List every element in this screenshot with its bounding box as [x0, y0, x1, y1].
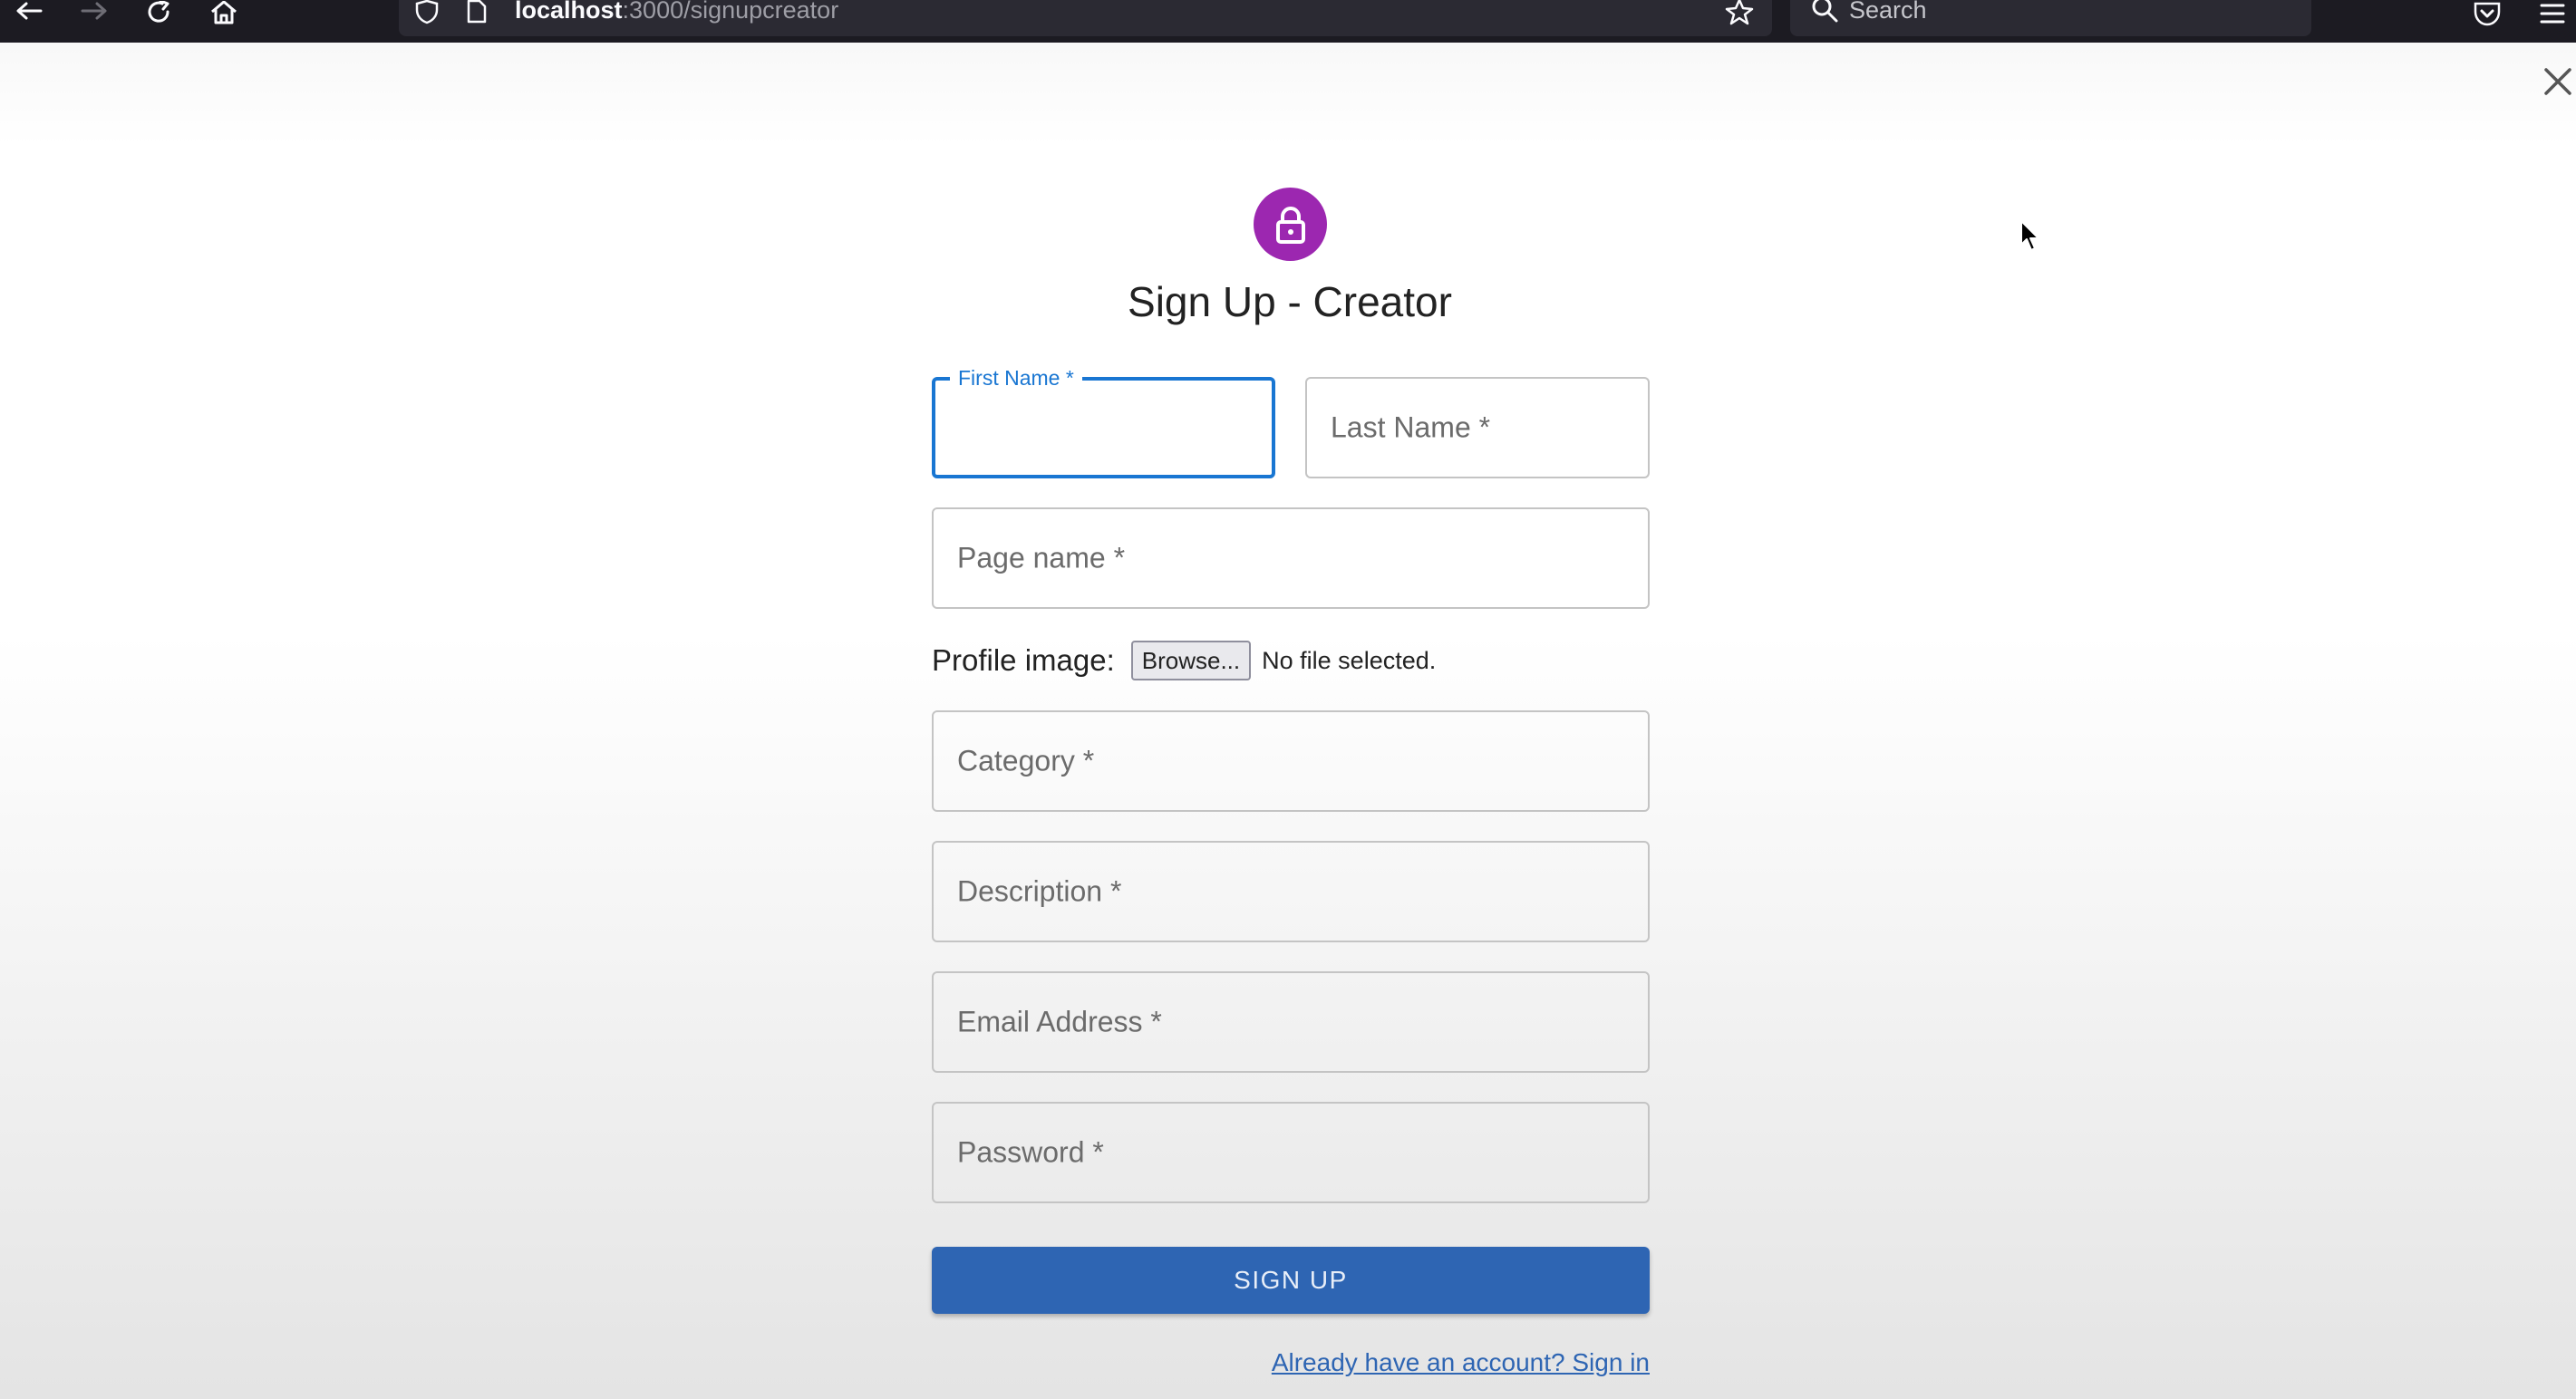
category-label: Category *: [957, 744, 1095, 777]
forward-button[interactable]: [73, 0, 116, 27]
browse-button[interactable]: Browse...: [1130, 641, 1252, 680]
home-button[interactable]: [202, 0, 246, 27]
sign-up-button[interactable]: SIGN UP: [932, 1247, 1650, 1314]
search-icon: [1812, 0, 1838, 23]
sign-in-link[interactable]: Already have an account? Sign in: [1272, 1348, 1650, 1377]
url-text[interactable]: localhost:3000/signupcreator: [515, 0, 838, 24]
close-button[interactable]: [2540, 63, 2576, 100]
email-label: Email Address *: [957, 1005, 1162, 1038]
url-bar[interactable]: localhost:3000/signupcreator: [399, 0, 1772, 36]
shield-icon[interactable]: [413, 0, 441, 24]
lock-avatar: [1254, 188, 1327, 261]
close-icon: [2544, 68, 2571, 95]
search-placeholder: Search: [1849, 0, 1927, 24]
category-field[interactable]: Category *: [932, 710, 1650, 812]
search-bar[interactable]: Search: [1790, 0, 2311, 36]
url-host: localhost: [515, 0, 623, 24]
url-path: :3000/signupcreator: [622, 0, 839, 24]
page-name-label: Page name *: [957, 541, 1126, 574]
description-field[interactable]: Description *: [932, 841, 1650, 942]
first-name-label: First Name *: [950, 364, 1082, 391]
password-field[interactable]: Password *: [932, 1102, 1650, 1203]
menu-button[interactable]: [2531, 0, 2574, 27]
reload-icon: [148, 1, 169, 23]
star-icon[interactable]: [1724, 0, 1755, 25]
home-icon: [211, 1, 237, 24]
reload-button[interactable]: [138, 0, 181, 27]
pocket-icon: [2474, 2, 2501, 26]
description-label: Description *: [957, 874, 1122, 908]
email-field[interactable]: Email Address *: [932, 971, 1650, 1073]
menu-icon: [2540, 4, 2565, 24]
lock-icon: [1275, 206, 1305, 244]
browser-toolbar: localhost:3000/signupcreator Search: [0, 0, 2576, 43]
cursor-icon: [2020, 220, 2039, 251]
password-label: Password *: [957, 1135, 1104, 1169]
page-title: Sign Up - Creator: [1128, 278, 1452, 325]
back-button[interactable]: [7, 0, 51, 27]
pocket-button[interactable]: [2465, 0, 2509, 27]
forward-icon: [81, 2, 107, 20]
last-name-label: Last Name *: [1331, 410, 1491, 444]
file-status: No file selected.: [1262, 646, 1437, 674]
page-name-field[interactable]: Page name *: [932, 507, 1650, 609]
back-icon: [16, 2, 43, 20]
profile-image-row: Profile image: Browse... No file selecte…: [932, 639, 1436, 682]
last-name-field[interactable]: Last Name *: [1305, 377, 1650, 478]
page-icon[interactable]: [466, 0, 488, 24]
profile-image-label: Profile image:: [932, 643, 1115, 677]
first-name-field[interactable]: First Name *: [932, 364, 1275, 478]
